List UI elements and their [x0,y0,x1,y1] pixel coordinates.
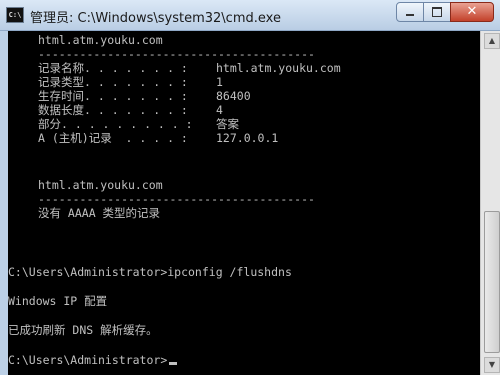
command-prompt-line: C:\Users\Administrator>ipconfig /flushdn… [8,265,292,279]
maximize-button[interactable] [423,2,451,22]
window-title: 管理员: C:\Windows\system32\cmd.exe [30,11,281,26]
flush-success-line: 已成功刷新 DNS 解析缓存。 [8,323,158,337]
record-label: 记录类型. . . . . . . : [38,75,188,89]
text-cursor [169,362,178,365]
dns-host-line: html.atm.youku.com [38,33,163,47]
record-value: 答案 [216,117,239,131]
minimize-icon [406,14,414,16]
dns-host-line: html.atm.youku.com [38,178,163,192]
cmd-app-icon[interactable]: C:\ [6,7,24,23]
vertical-scrollbar[interactable]: ▲ ▼ [480,31,500,375]
current-prompt-line[interactable]: C:\Users\Administrator> [8,353,178,367]
maximize-icon [432,7,442,17]
window-controls: ✕ [396,2,494,22]
title-bar[interactable]: C:\ 管理员: C:\Windows\system32\cmd.exe ✕ [0,0,500,31]
scroll-down-arrow-icon[interactable]: ▼ [484,357,500,373]
close-icon: ✕ [466,4,478,19]
record-value: 127.0.0.1 [216,131,279,145]
record-value: html.atm.youku.com [216,61,341,75]
console-output[interactable]: html.atm.youku.com ---------------------… [8,31,480,375]
prompt-text: C:\Users\Administrator> [8,353,168,367]
minimize-button[interactable] [396,2,424,22]
record-label: 生存时间. . . . . . . : [38,89,188,103]
record-label: 记录名称. . . . . . . : [38,61,188,75]
record-label: 数据长度. . . . . . . : [38,103,188,117]
scroll-up-arrow-icon[interactable]: ▲ [484,33,500,49]
cmd-window: C:\ 管理员: C:\Windows\system32\cmd.exe ✕ h… [0,0,500,375]
record-label: 部分. . . . . . . . . : [38,117,193,131]
record-value: 86400 [216,89,251,103]
scrollbar-thumb[interactable] [484,211,500,353]
record-value: 4 [216,103,223,117]
separator-line: ---------------------------------------- [38,47,315,61]
ip-config-header: Windows IP 配置 [8,294,108,308]
separator-line: ---------------------------------------- [38,192,315,206]
no-aaaa-record-line: 没有 AAAA 类型的记录 [38,206,161,220]
record-value: 1 [216,75,223,89]
record-label: A (主机)记录 . . . . : [38,131,188,145]
close-button[interactable]: ✕ [450,2,494,22]
